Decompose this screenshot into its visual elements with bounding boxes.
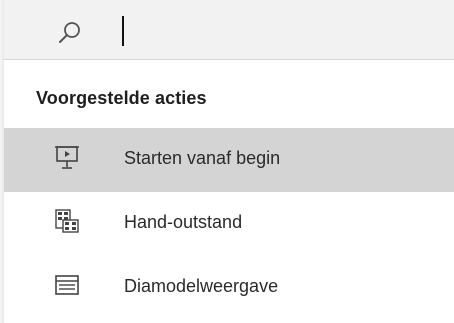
text-caret bbox=[122, 16, 124, 46]
action-handout[interactable]: Hand-outstand bbox=[4, 192, 454, 256]
suggested-actions-heading: Voorgestelde acties bbox=[36, 88, 207, 108]
search-panel: Voorgestelde acties Starten vanaf begin bbox=[2, 0, 454, 323]
slide-master-icon bbox=[55, 275, 79, 295]
action-start-from-beginning[interactable]: Starten vanaf begin bbox=[4, 128, 454, 192]
search-input[interactable] bbox=[108, 14, 428, 48]
action-label: Starten vanaf begin bbox=[124, 148, 281, 168]
action-label: Hand-outstand bbox=[124, 212, 243, 232]
app-frame: Voorgestelde acties Starten vanaf begin bbox=[0, 0, 454, 323]
handout-layout-icon bbox=[55, 209, 79, 233]
action-slide-master[interactable]: Diamodelweergave bbox=[4, 256, 454, 320]
search-icon[interactable] bbox=[56, 19, 84, 47]
search-bar bbox=[4, 0, 454, 60]
presenter-screen-icon bbox=[55, 146, 79, 169]
action-label: Diamodelweergave bbox=[124, 276, 279, 296]
suggested-actions-list: Starten vanaf begin Hand-outstand Diamod… bbox=[4, 128, 454, 320]
